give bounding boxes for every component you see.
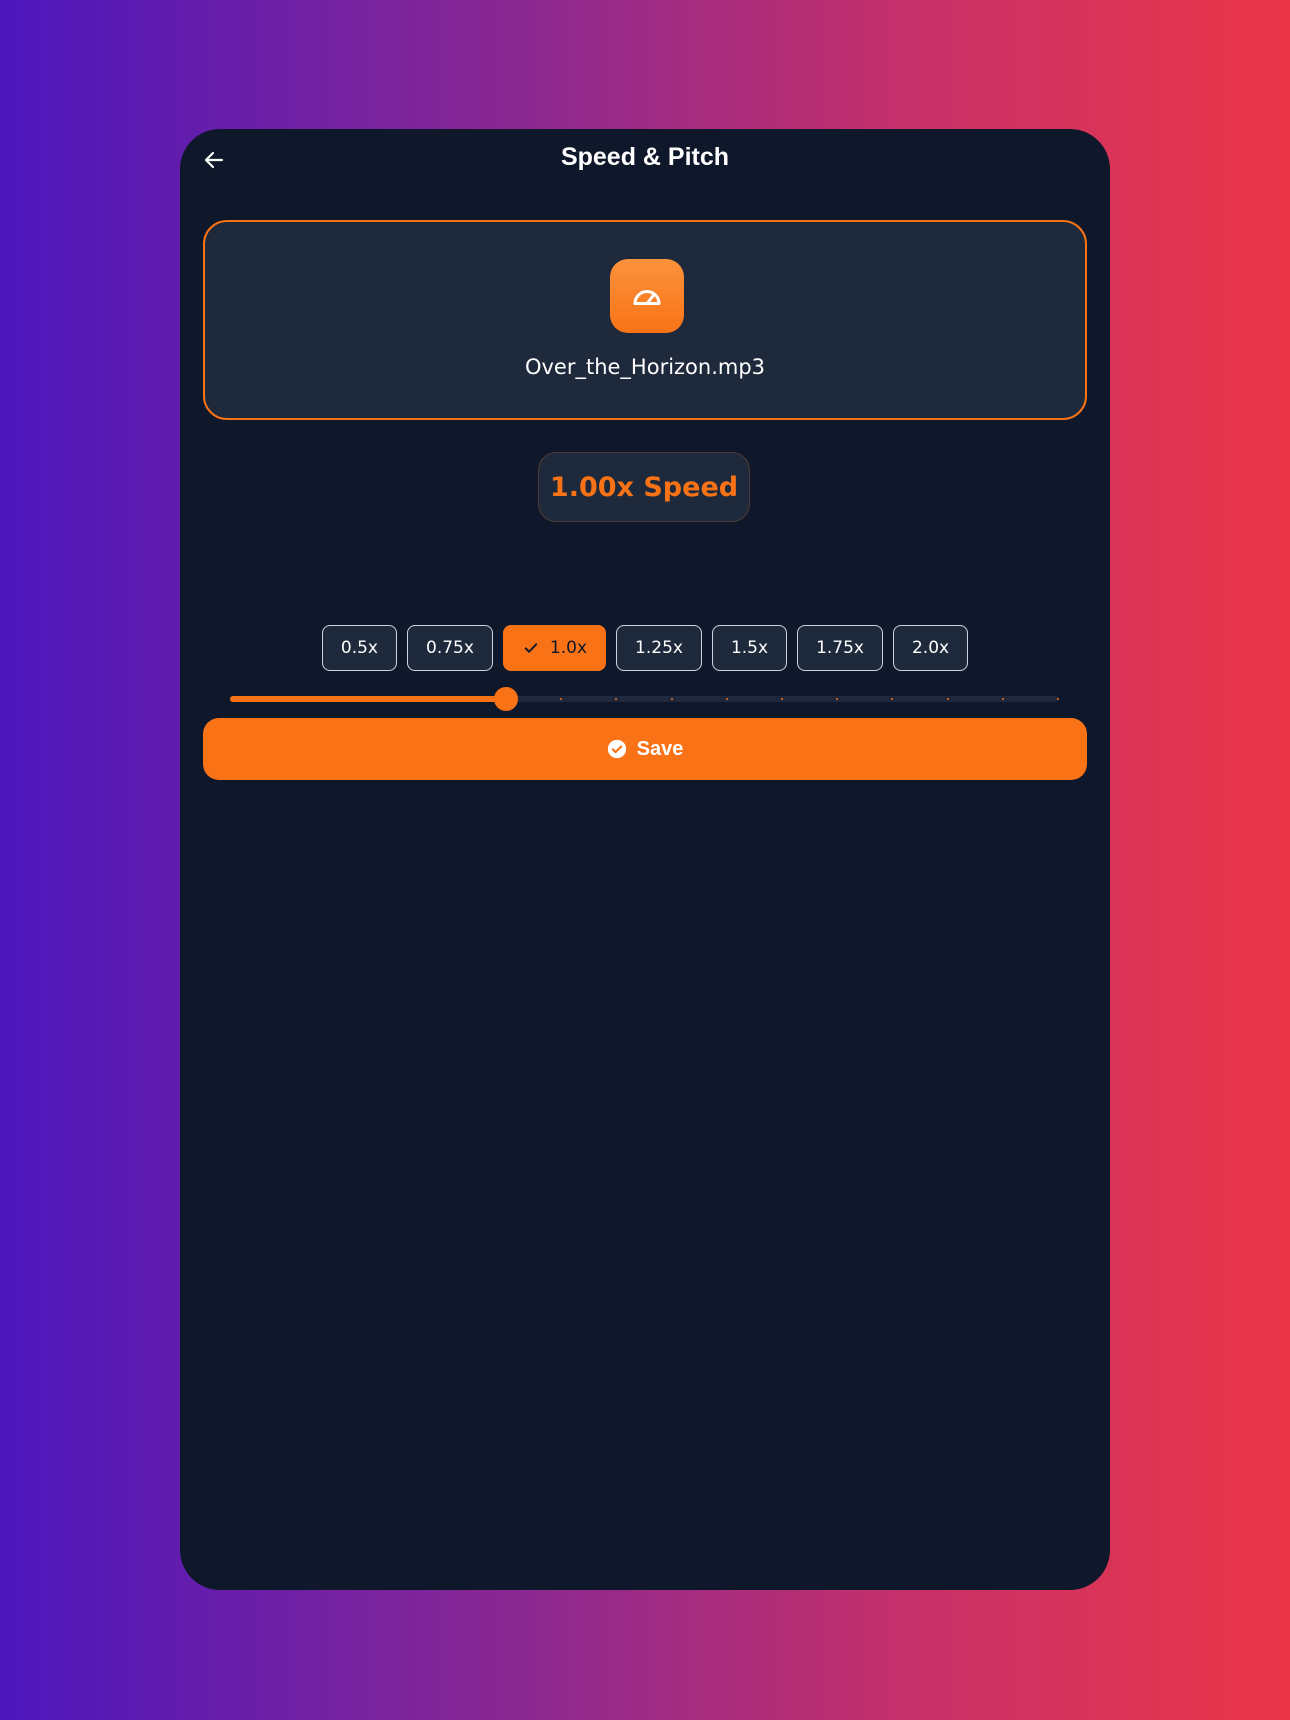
save-button[interactable]: Save (203, 718, 1087, 780)
page-title: Speed & Pitch (560, 143, 730, 171)
slider-tick (1001, 698, 1004, 700)
slider-tick (1057, 698, 1059, 700)
slider-tick (946, 698, 949, 700)
file-name: Over_the_Horizon.mp3 (524, 355, 766, 379)
preset-label: 1.0x (549, 638, 588, 658)
slider-tick (670, 698, 673, 700)
top-bar: Speed & Pitch (180, 129, 1110, 199)
preset-label: 0.75x (426, 638, 474, 658)
save-label: Save (636, 737, 684, 760)
preset-button[interactable]: 2.0x (892, 625, 969, 671)
preset-button[interactable]: 1.0x (502, 625, 607, 671)
app-window: Speed & Pitch Over_the_Horizon.mp3 1.00x… (180, 129, 1110, 1590)
preset-button[interactable]: 0.5x (321, 625, 397, 671)
file-card: Over_the_Horizon.mp3 (203, 220, 1087, 420)
gauge-icon (610, 259, 684, 333)
speed-slider[interactable] (230, 684, 1059, 714)
preset-label: 1.5x (730, 638, 769, 658)
slider-tick (725, 698, 728, 700)
check-icon (524, 643, 538, 653)
speed-display: 1.00x Speed (538, 452, 750, 522)
preset-button[interactable]: 1.5x (711, 625, 788, 671)
check-circle-icon (607, 739, 626, 759)
preset-label: 1.25x (635, 638, 683, 658)
preset-label: 1.75x (816, 638, 864, 658)
preset-button[interactable]: 0.75x (407, 625, 493, 671)
preset-buttons: 0.5x 0.75x 1.0x 1.25x 1.5x 1.75x 2.0x (180, 625, 1110, 671)
preset-label: 0.5x (340, 638, 378, 658)
preset-button[interactable]: 1.25x (616, 625, 702, 671)
slider-fill (230, 696, 506, 702)
slider-tick (781, 698, 783, 700)
slider-thumb[interactable] (494, 687, 518, 711)
preset-button[interactable]: 1.75x (797, 625, 883, 671)
preset-label: 2.0x (911, 638, 950, 658)
